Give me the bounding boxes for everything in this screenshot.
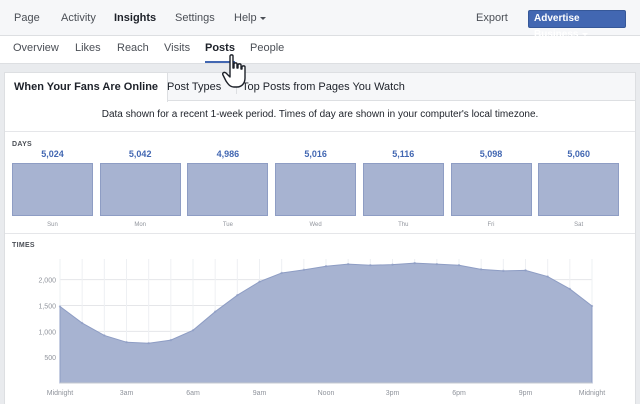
day-value: 5,098 <box>479 149 503 159</box>
times-data-point <box>435 262 439 266</box>
tab-when-fans-online[interactable]: When Your Fans Are Online <box>5 73 169 102</box>
times-data-point <box>103 334 106 337</box>
posts-tabs: When Your Fans Are Online Post Types Top… <box>5 73 635 102</box>
x-tick-label: Midnight <box>579 390 606 397</box>
times-data-point <box>213 310 217 313</box>
times-data-point <box>80 321 84 325</box>
times-data-point <box>236 293 239 297</box>
nav-help[interactable]: Help <box>234 0 266 36</box>
day-bar <box>275 163 357 216</box>
day-value: 5,042 <box>128 149 152 159</box>
nav-page[interactable]: Page <box>14 0 40 36</box>
day-name: Sat <box>574 222 584 228</box>
day-name: Sun <box>47 222 58 228</box>
day-name: Tue <box>222 222 233 228</box>
day-value: 5,024 <box>41 149 64 159</box>
days-label: DAYS <box>12 141 33 148</box>
day-name: Thu <box>398 222 409 228</box>
times-data-point <box>258 280 261 283</box>
advertise-business-button[interactable]: Advertise Business <box>528 10 626 40</box>
day-bar <box>187 163 269 216</box>
times-data-point <box>590 304 594 308</box>
times-data-point <box>191 329 195 332</box>
y-tick-label: 2,000 <box>38 278 56 285</box>
day-bar <box>362 163 444 216</box>
times-data-point <box>568 287 572 291</box>
nav-insights[interactable]: Insights <box>114 0 156 36</box>
day-bar <box>450 163 532 216</box>
x-tick-label: Midnight <box>47 390 74 397</box>
insights-subnav: Overview Likes Reach Visits Posts People <box>0 36 640 64</box>
times-data-point <box>346 262 350 266</box>
x-tick-label: 6pm <box>452 390 466 397</box>
times-data-point <box>479 268 483 271</box>
x-tick-label: 6am <box>186 390 200 397</box>
times-data-point <box>125 340 128 344</box>
tab-post-types[interactable]: Post Types <box>167 73 221 101</box>
day-name: Fri <box>487 222 495 228</box>
tab-likes[interactable]: Likes <box>75 36 101 63</box>
times-data-point <box>324 265 328 268</box>
x-tick-label: Noon <box>318 390 335 397</box>
hand-cursor-icon <box>222 54 246 88</box>
tab-top-posts[interactable]: Top Posts from Pages You Watch <box>242 73 405 101</box>
times-data-point <box>457 264 461 267</box>
times-data-point <box>58 305 62 308</box>
times-data-point <box>280 271 283 275</box>
x-tick-label: 9pm <box>519 390 533 397</box>
times-data-point <box>524 269 527 272</box>
tab-overview[interactable]: Overview <box>13 36 59 63</box>
divider <box>5 131 635 132</box>
times-data-point <box>546 275 549 278</box>
day-bar <box>538 163 620 216</box>
day-name: Mon <box>134 222 147 228</box>
x-tick-label: 9am <box>253 390 267 397</box>
times-data-point <box>147 342 150 345</box>
day-value: 5,060 <box>567 149 590 159</box>
times-data-point <box>302 268 306 272</box>
posts-card: When Your Fans Are Online Post Types Top… <box>4 72 636 404</box>
chevron-down-icon <box>259 16 266 20</box>
tab-reach[interactable]: Reach <box>117 36 149 63</box>
day-value: 4,986 <box>216 149 240 159</box>
x-tick-label: 3am <box>120 390 134 397</box>
times-area-series <box>59 262 593 384</box>
nav-help-label: Help <box>234 12 257 24</box>
times-chart: 500 1,000 1,500 2,000 Midnight 3am 6am 9am Noon 3… <box>38 259 606 397</box>
day-bar <box>99 163 181 216</box>
divider <box>5 233 635 234</box>
top-nav: Page Activity Insights Settings Help Exp… <box>0 0 640 40</box>
y-tick-label: 500 <box>44 355 56 362</box>
day-value: 5,016 <box>304 149 327 159</box>
times-data-point <box>169 338 173 342</box>
timezone-note: Data shown for a recent 1-week period. T… <box>101 109 539 120</box>
times-data-point <box>413 261 416 265</box>
export-link[interactable]: Export <box>476 0 508 36</box>
tab-visits[interactable]: Visits <box>164 36 190 63</box>
y-tick-label: 1,000 <box>38 329 56 336</box>
day-value: 5,116 <box>392 149 415 159</box>
times-data-point <box>391 263 394 266</box>
x-tick-label: 3pm <box>386 390 400 397</box>
nav-activity[interactable]: Activity <box>61 0 96 36</box>
tab-people[interactable]: People <box>250 36 284 63</box>
times-data-point <box>369 264 372 267</box>
times-data-point <box>502 269 505 273</box>
day-bar <box>12 163 93 216</box>
day-name: Wed <box>309 222 322 228</box>
y-tick-label: 1,500 <box>38 304 56 311</box>
nav-settings[interactable]: Settings <box>175 0 215 36</box>
